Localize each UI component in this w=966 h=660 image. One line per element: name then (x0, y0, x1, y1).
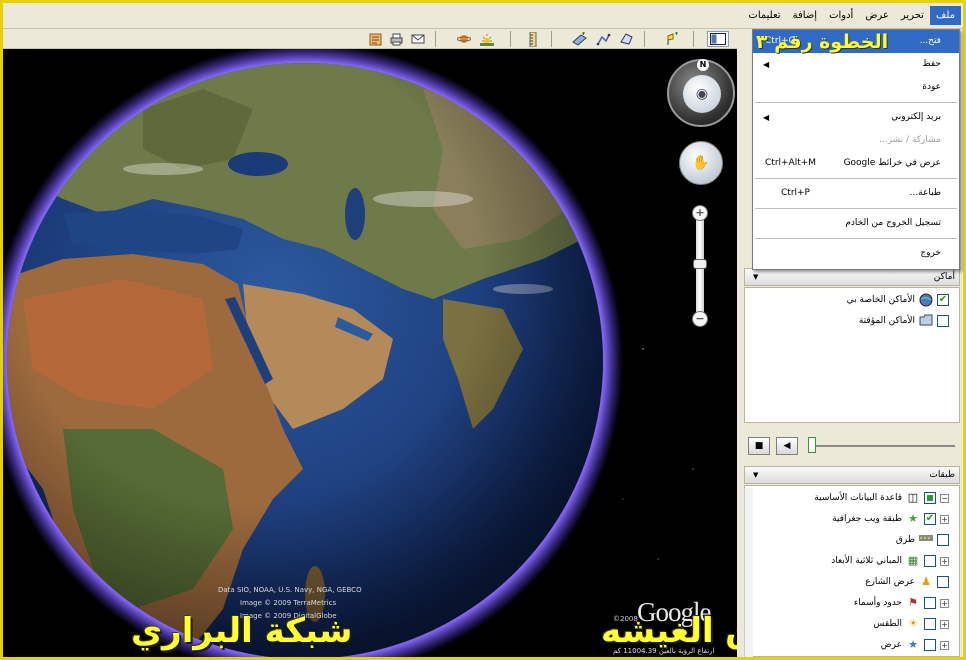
tour-player: ■ ◀ (744, 433, 960, 459)
collapse-arrow-icon[interactable]: ▼ (753, 467, 758, 483)
hand-pan-icon[interactable]: ✋ (679, 141, 723, 185)
menu-add[interactable]: إضافة (787, 6, 823, 25)
menu-edit[interactable]: تحرير (895, 6, 930, 25)
collapse-icon[interactable]: − (940, 493, 949, 503)
menu-separator (755, 208, 957, 209)
submenu-arrow-icon: ◀ (763, 60, 770, 69)
zoom-in-button[interactable]: + (692, 205, 708, 221)
sun-icon: ☀ (908, 617, 918, 630)
star-icon: ★ (908, 512, 918, 525)
expand-icon[interactable]: + (940, 598, 949, 608)
layers-scrollbar[interactable] (744, 488, 753, 657)
layer-primary-database[interactable]: − ◫ قاعدة البيانات الأساسية (814, 489, 949, 507)
path-icon[interactable] (595, 31, 611, 47)
email-icon[interactable] (410, 31, 426, 47)
folder-icon (919, 314, 933, 328)
submenu-arrow-icon: ◀ (763, 113, 770, 122)
places-panel-header[interactable]: أماكن ▼ (744, 268, 960, 286)
checkbox[interactable]: ✔ (924, 513, 936, 525)
menu-file[interactable]: ملف (929, 6, 961, 25)
zoom-slider[interactable] (696, 215, 704, 325)
tour-slider[interactable] (810, 445, 955, 447)
zoom-out-button[interactable]: − (692, 311, 708, 327)
stop-button[interactable]: ■ (748, 437, 770, 455)
star-icon: ★ (908, 638, 918, 651)
look-joystick[interactable]: N ◉ (667, 59, 735, 127)
layer-street-view[interactable]: ♟ عرض الشارع (865, 573, 949, 591)
tour-slider-thumb[interactable] (808, 437, 816, 453)
planet-icon[interactable] (456, 31, 472, 47)
road-icon (919, 533, 933, 547)
menu-tools[interactable]: أدوات (823, 6, 859, 25)
places-panel: ✔ الأماكن الخاصة بي الأماكن المؤقتة (744, 287, 960, 423)
earth-view[interactable]: Data SIO, NOAA, U.S. Navy, NGA, GEBCO Im… (3, 49, 737, 657)
checkbox[interactable]: ✔ (937, 294, 949, 306)
menu-separator (755, 238, 957, 239)
layer-gallery[interactable]: + ★ عرض (881, 636, 949, 654)
sun-icon[interactable] (479, 31, 495, 47)
globe-icon (919, 293, 933, 307)
expand-icon[interactable]: + (940, 619, 949, 629)
layers-stack-icon: ◫ (907, 491, 919, 504)
layer-3d-buildings[interactable]: + ▦ المباني ثلاثية الأبعاد (831, 552, 949, 570)
data-credit: Data SIO, NOAA, U.S. Navy, NGA, GEBCO (218, 586, 362, 594)
flag-icon: ⚑ (908, 596, 918, 609)
file-menu-view-in-google-maps[interactable]: عرض في خرائط Google Ctrl+Alt+M (753, 152, 959, 175)
layer-geographic-web[interactable]: + ✔ ★ طبقة ويب جغرافية (832, 510, 949, 528)
layer-borders-labels[interactable]: + ⚑ حدود وأسماء (854, 594, 949, 612)
file-menu-dropdown: فتح... Ctrl+O حفظ ◀ عودة بريد إلكتروني ◀… (752, 29, 960, 270)
zoom-slider-thumb[interactable] (693, 259, 707, 269)
sidebar-toggle-icon[interactable] (707, 31, 729, 47)
play-back-button[interactable]: ◀ (776, 437, 798, 455)
globe-graphic (3, 49, 704, 657)
file-menu-revert[interactable]: عودة (753, 76, 959, 99)
checkbox[interactable] (937, 315, 949, 327)
print-icon[interactable] (388, 31, 404, 47)
file-menu-share: مشاركة / نشر... (879, 135, 941, 145)
checkbox[interactable] (924, 639, 936, 651)
building-icon: ▦ (907, 554, 919, 567)
file-menu-exit[interactable]: خروج (753, 242, 959, 265)
file-menu-sign-out[interactable]: تسجيل الخروج من الخادم (753, 212, 959, 235)
layers-panel: − ◫ قاعدة البيانات الأساسية + ✔ ★ طبقة و… (744, 485, 960, 657)
menu-bar: ملف تحرير عرض أدوات إضافة تعليمات (3, 3, 963, 29)
checkbox[interactable] (924, 555, 936, 567)
places-item-my-places[interactable]: ✔ الأماكن الخاصة بي (847, 291, 949, 309)
file-menu-print[interactable]: طباعة... Ctrl+P (753, 182, 959, 205)
image-overlay-icon[interactable] (571, 31, 587, 47)
eye-icon[interactable]: ◉ (683, 75, 721, 113)
menu-help[interactable]: تعليمات (742, 6, 786, 25)
checkbox[interactable] (924, 492, 936, 504)
checkbox[interactable] (924, 618, 936, 630)
file-menu-save[interactable]: حفظ ◀ (753, 53, 959, 76)
placemark-icon[interactable] (663, 31, 679, 47)
menu-separator (755, 178, 957, 179)
checkbox[interactable] (924, 597, 936, 609)
north-indicator[interactable]: N (697, 59, 709, 71)
maps-icon[interactable] (367, 31, 383, 47)
menu-view[interactable]: عرض (859, 6, 895, 25)
places-item-temporary[interactable]: الأماكن المؤقتة (859, 312, 949, 330)
layers-panel-header[interactable]: طبقات ▼ (744, 466, 960, 484)
expand-icon[interactable]: + (940, 640, 949, 650)
file-menu-email[interactable]: بريد إلكتروني ◀ (753, 106, 959, 129)
watermark-left: شبكة البراري (131, 611, 353, 651)
image-credit-terrametrics: Image © 2009 TerraMetrics (240, 599, 337, 607)
watermark-right: بارق الغيشه (601, 611, 737, 651)
layer-roads[interactable]: طرق (896, 531, 949, 549)
checkbox[interactable] (937, 534, 949, 546)
menu-separator (755, 102, 957, 103)
layer-weather[interactable]: + ☀ الطقس (873, 615, 949, 633)
step-annotation: الخطوة رقم ٣ (756, 31, 889, 53)
expand-icon[interactable]: + (940, 556, 949, 566)
pegman-icon: ♟ (921, 575, 931, 588)
checkbox[interactable] (937, 576, 949, 588)
toolbar (3, 29, 737, 49)
polygon-icon[interactable] (618, 31, 634, 47)
collapse-arrow-icon[interactable]: ▼ (753, 269, 758, 285)
ruler-icon[interactable] (525, 31, 541, 47)
expand-icon[interactable]: + (940, 514, 949, 524)
